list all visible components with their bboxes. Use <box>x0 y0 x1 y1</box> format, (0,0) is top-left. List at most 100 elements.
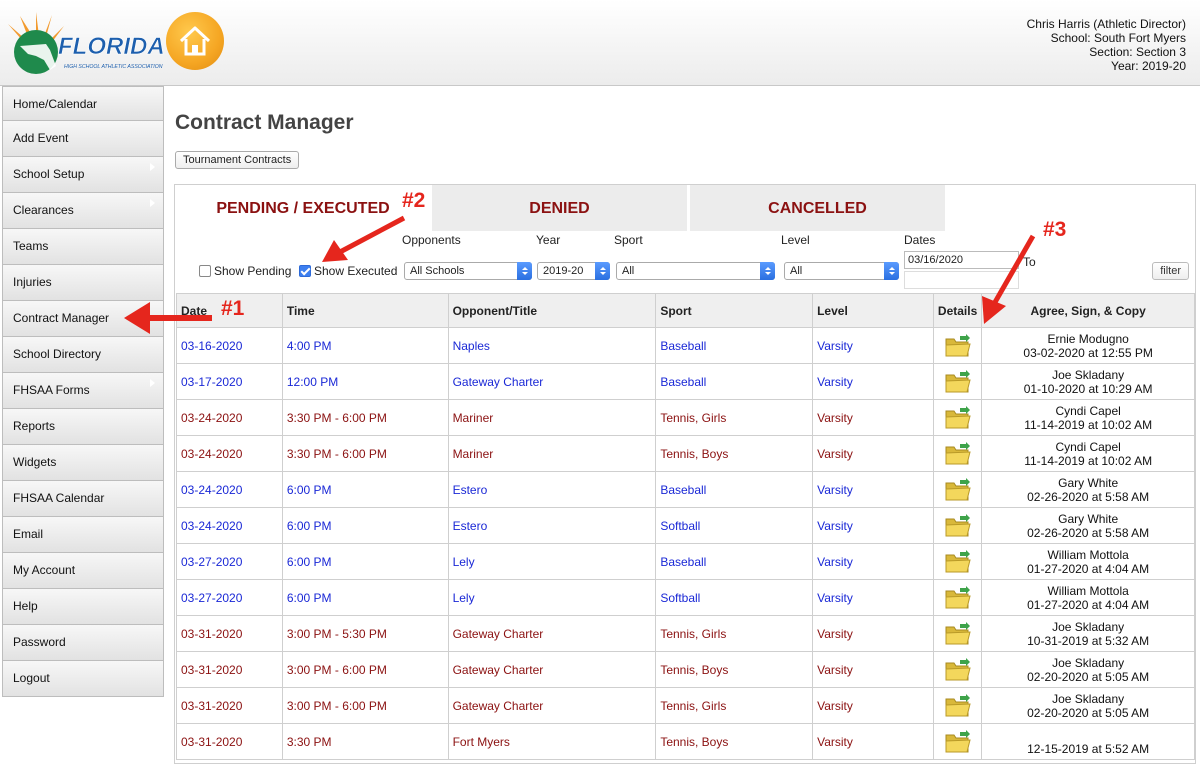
sidebar-item-password[interactable]: Password <box>2 625 164 661</box>
col-time[interactable]: Time <box>281 293 449 328</box>
cell-date[interactable]: 03-16-2020 <box>176 327 283 364</box>
cell-level[interactable]: Varsity <box>812 471 934 508</box>
cell-date[interactable]: 03-31-2020 <box>176 723 283 760</box>
cell-date[interactable]: 03-24-2020 <box>176 399 283 436</box>
cell-level[interactable]: Varsity <box>812 651 934 688</box>
cell-details[interactable] <box>932 579 983 616</box>
cell-details[interactable] <box>932 471 983 508</box>
cell-details[interactable] <box>932 507 983 544</box>
cell-details[interactable] <box>932 687 983 724</box>
cell-date[interactable]: 03-31-2020 <box>176 615 283 652</box>
cell-level[interactable]: Varsity <box>812 363 934 400</box>
sport-select[interactable]: All <box>616 262 775 280</box>
cell-level[interactable]: Varsity <box>812 687 934 724</box>
cell-sport[interactable]: Baseball <box>655 543 814 580</box>
cell-date[interactable]: 03-31-2020 <box>176 651 283 688</box>
cell-opponent[interactable]: Estero <box>447 507 657 544</box>
cell-opponent[interactable]: Naples <box>447 327 657 364</box>
sidebar-item-injuries[interactable]: Injuries <box>2 265 164 301</box>
cell-opponent[interactable]: Gateway Charter <box>447 615 657 652</box>
cell-level[interactable]: Varsity <box>812 435 934 472</box>
cell-date[interactable]: 03-17-2020 <box>176 363 283 400</box>
year-select[interactable]: 2019-20 <box>537 262 610 280</box>
cell-level[interactable]: Varsity <box>812 615 934 652</box>
filter-button[interactable]: filter <box>1152 262 1189 280</box>
cell-sport[interactable]: Tennis, Boys <box>655 651 814 688</box>
opponents-select[interactable]: All Schools <box>404 262 532 280</box>
col-level[interactable]: Level <box>812 293 934 328</box>
sidebar-item-logout[interactable]: Logout <box>2 661 164 697</box>
cell-time[interactable]: 6:00 PM <box>281 543 449 580</box>
cell-sport[interactable]: Softball <box>655 579 814 616</box>
cell-date[interactable]: 03-24-2020 <box>176 471 283 508</box>
cell-details[interactable] <box>932 399 983 436</box>
cell-opponent[interactable]: Mariner <box>447 399 657 436</box>
cell-level[interactable]: Varsity <box>812 579 934 616</box>
home-button[interactable] <box>166 12 224 70</box>
cell-sport[interactable]: Tennis, Boys <box>655 435 814 472</box>
cell-level[interactable]: Varsity <box>812 723 934 760</box>
cell-level[interactable]: Varsity <box>812 327 934 364</box>
cell-date[interactable]: 03-27-2020 <box>176 579 283 616</box>
cell-details[interactable] <box>932 543 983 580</box>
cell-date[interactable]: 03-27-2020 <box>176 543 283 580</box>
tab-pending-executed[interactable]: PENDING / EXECUTED <box>175 185 431 231</box>
cell-opponent[interactable]: Lely <box>447 579 657 616</box>
date-from-input[interactable]: 03/16/2020 <box>904 251 1019 269</box>
cell-opponent[interactable]: Gateway Charter <box>447 687 657 724</box>
cell-sport[interactable]: Tennis, Boys <box>655 723 814 760</box>
tab-cancelled[interactable]: CANCELLED <box>690 185 945 231</box>
sidebar-item-help[interactable]: Help <box>2 589 164 625</box>
sidebar-item-teams[interactable]: Teams <box>2 229 164 265</box>
cell-opponent[interactable]: Gateway Charter <box>447 651 657 688</box>
cell-level[interactable]: Varsity <box>812 507 934 544</box>
cell-time[interactable]: 6:00 PM <box>281 471 449 508</box>
level-select[interactable]: All <box>784 262 899 280</box>
cell-opponent[interactable]: Lely <box>447 543 657 580</box>
cell-time[interactable]: 6:00 PM <box>281 579 449 616</box>
cell-details[interactable] <box>932 615 983 652</box>
cell-time[interactable]: 6:00 PM <box>281 507 449 544</box>
cell-sport[interactable]: Baseball <box>655 327 814 364</box>
cell-date[interactable]: 03-31-2020 <box>176 687 283 724</box>
cell-opponent[interactable]: Gateway Charter <box>447 363 657 400</box>
show-pending-checkbox[interactable]: Show Pending <box>199 264 291 278</box>
sidebar-item-add-event[interactable]: Add Event <box>2 121 164 157</box>
show-executed-box[interactable] <box>299 265 311 277</box>
col-opponent[interactable]: Opponent/Title <box>447 293 657 328</box>
sidebar-item-home-calendar[interactable]: Home/Calendar <box>2 86 164 121</box>
cell-level[interactable]: Varsity <box>812 399 934 436</box>
sidebar-item-my-account[interactable]: My Account <box>2 553 164 589</box>
fhsaa-logo[interactable]: FLORIDA HIGH SCHOOL ATHLETIC ASSOCIATION <box>6 10 166 76</box>
cell-details[interactable] <box>932 723 983 760</box>
sidebar-item-reports[interactable]: Reports <box>2 409 164 445</box>
cell-sport[interactable]: Softball <box>655 507 814 544</box>
cell-level[interactable]: Varsity <box>812 543 934 580</box>
show-executed-checkbox[interactable]: Show Executed <box>299 264 397 278</box>
sidebar-item-contract-manager[interactable]: Contract Manager <box>2 301 164 337</box>
cell-time[interactable]: 3:30 PM - 6:00 PM <box>281 435 449 472</box>
cell-time[interactable]: 3:30 PM - 6:00 PM <box>281 399 449 436</box>
cell-opponent[interactable]: Fort Myers <box>447 723 657 760</box>
cell-date[interactable]: 03-24-2020 <box>176 507 283 544</box>
col-sport[interactable]: Sport <box>655 293 814 328</box>
cell-time[interactable]: 3:00 PM - 6:00 PM <box>281 687 449 724</box>
cell-sport[interactable]: Tennis, Girls <box>655 399 814 436</box>
sidebar-item-widgets[interactable]: Widgets <box>2 445 164 481</box>
show-pending-box[interactable] <box>199 265 211 277</box>
sidebar-item-fhsaa-forms[interactable]: FHSAA Forms <box>2 373 164 409</box>
tournament-contracts-button[interactable]: Tournament Contracts <box>175 151 300 169</box>
sidebar-item-email[interactable]: Email <box>2 517 164 553</box>
cell-details[interactable] <box>932 651 983 688</box>
cell-date[interactable]: 03-24-2020 <box>176 435 283 472</box>
cell-time[interactable]: 12:00 PM <box>281 363 449 400</box>
cell-sport[interactable]: Tennis, Girls <box>655 687 814 724</box>
cell-opponent[interactable]: Mariner <box>447 435 657 472</box>
cell-details[interactable] <box>932 327 983 364</box>
sidebar-item-fhsaa-calendar[interactable]: FHSAA Calendar <box>2 481 164 517</box>
sidebar-item-clearances[interactable]: Clearances <box>2 193 164 229</box>
cell-opponent[interactable]: Estero <box>447 471 657 508</box>
cell-sport[interactable]: Baseball <box>655 363 814 400</box>
cell-time[interactable]: 3:00 PM - 6:00 PM <box>281 651 449 688</box>
cell-time[interactable]: 4:00 PM <box>281 327 449 364</box>
